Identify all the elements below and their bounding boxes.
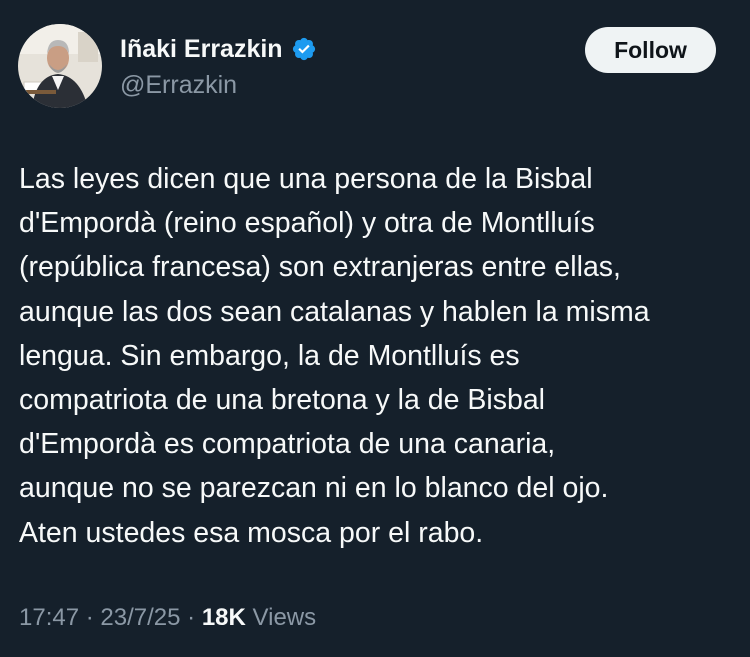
tweet-text-line: aunque las dos sean catalanas y hablen l… bbox=[19, 295, 650, 328]
tweet-time[interactable]: 17:47 bbox=[19, 604, 79, 631]
views-count: 18K bbox=[201, 604, 246, 631]
tweet-card: Iñaki Errazkin @Errazkin Follow Las leye… bbox=[0, 0, 750, 657]
meta-separator: · bbox=[187, 604, 196, 631]
tweet-text-line: d'Empordà (reino español) y otra de Mont… bbox=[19, 207, 595, 240]
tweet-text-line: (república francesa) son extranjeras ent… bbox=[19, 251, 621, 284]
tweet-text-line: lengua. Sin embargo, la de Montlluís es bbox=[19, 339, 520, 372]
tweet-text: Las leyes dicen que una persona de la Bi… bbox=[19, 157, 734, 555]
avatar-image bbox=[18, 24, 102, 108]
tweet-text-line: Las leyes dicen que una persona de la Bi… bbox=[19, 163, 593, 195]
verified-badge-icon bbox=[292, 37, 315, 61]
author-display-name[interactable]: Iñaki Errazkin bbox=[120, 34, 283, 64]
tweet-text-line: compatriota de una bretona y la de Bisba… bbox=[19, 384, 545, 417]
tweet-meta: 17:47 · 23/7/25 · 18K Views bbox=[19, 603, 316, 633]
tweet-date[interactable]: 23/7/25 bbox=[100, 604, 180, 631]
meta-separator: · bbox=[85, 604, 94, 631]
tweet-text-line: Aten ustedes esa mosca por el rabo. bbox=[19, 516, 484, 549]
views-label: Views bbox=[252, 604, 317, 631]
tweet-text-line: aunque no se parezcan ni en lo blanco de… bbox=[19, 472, 609, 505]
author-name-row: Iñaki Errazkin bbox=[120, 34, 317, 64]
author-handle[interactable]: @Errazkin bbox=[120, 70, 237, 100]
follow-button[interactable]: Follow bbox=[585, 27, 716, 73]
avatar[interactable] bbox=[18, 24, 102, 108]
tweet-text-line: d'Empordà es compatriota de una canaria, bbox=[19, 428, 556, 461]
